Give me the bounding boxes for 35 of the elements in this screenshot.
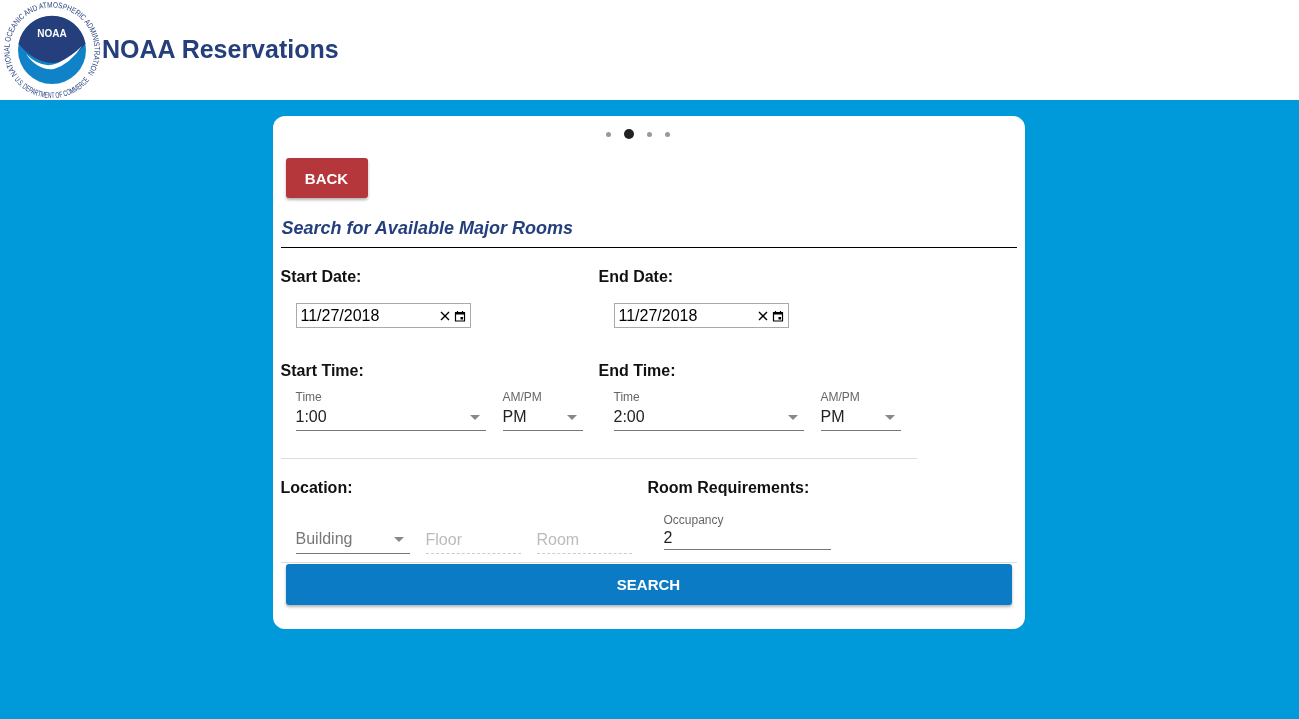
field-label: AM/PM [820,390,861,404]
caret-icon [787,414,798,420]
date-field[interactable]: 11/27/2018 [613,303,789,328]
clear-icon[interactable] [438,309,451,322]
step-dot[interactable] [623,129,634,139]
calendar-icon[interactable] [453,309,466,322]
time-select[interactable]: 1:00 [295,404,486,431]
field-label: End Time: [598,362,677,380]
time-select[interactable]: 2:00 [613,404,804,431]
search-button[interactable]: SEARCH [285,564,1012,605]
field-label: End Date: [598,268,675,286]
date-field[interactable]: 11/27/2018 [295,303,471,328]
caret-icon [469,414,480,420]
ampm-select[interactable]: PM [820,404,901,431]
field-label: Location: [280,479,354,497]
field-label: Time [613,390,641,404]
field-label: Start Date: [280,268,363,286]
caret-icon [884,414,895,420]
building-select[interactable]: Building [295,525,410,554]
back-button[interactable]: BACK [285,158,368,198]
field-label: Time [295,390,323,404]
clear-icon[interactable] [756,309,769,322]
calendar-icon[interactable] [771,309,784,322]
ampm-select[interactable]: PM [502,404,583,431]
caret-icon [566,414,577,420]
site-title: NOAA Reservations [102,34,339,64]
step-dot[interactable] [664,131,670,137]
form-heading: Search for Available Major Rooms [281,218,574,239]
field-label: Room Requirements: [647,479,811,497]
field-label: AM/PM [502,390,543,404]
caret-icon [393,536,404,542]
field-label: Occupancy [663,513,725,527]
field-label: Start Time: [280,362,365,380]
step-dot[interactable] [646,131,652,137]
step-dot[interactable] [605,131,611,137]
